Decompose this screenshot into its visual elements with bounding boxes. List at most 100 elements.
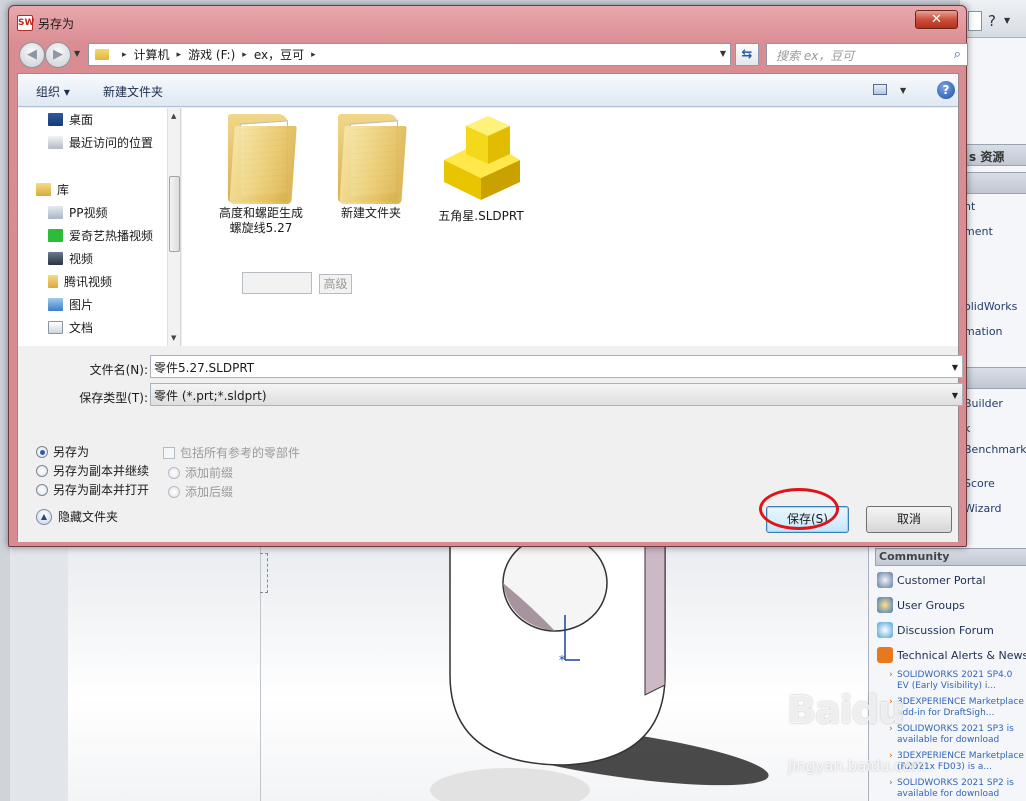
change-view-icon[interactable] (873, 84, 887, 95)
checkbox-icon (163, 446, 175, 459)
tool-link[interactable]: Benchmark (964, 443, 1026, 456)
file-item-folder[interactable]: 新建文件夹 (316, 114, 426, 221)
hide-folders-toggle[interactable]: ▲ 隐藏文件夹 (36, 508, 118, 525)
nav-item-tencent-video[interactable]: 腾讯视频 (48, 273, 112, 290)
nav-pane-scrollbar[interactable]: ▲ ▼ (167, 108, 180, 346)
file-list: 高度和螺距生成 螺旋线5.27 新建文件夹 五角星.SLDPRT (182, 108, 958, 346)
pictures-icon (48, 298, 63, 311)
news-link[interactable]: SOLIDWORKS 2021 SP4.0 EV (Early Visibili… (889, 670, 1026, 692)
advanced-button[interactable]: 高级 (319, 274, 352, 294)
file-name: 新建文件夹 (340, 206, 401, 220)
search-icon[interactable]: ⌕ (954, 47, 961, 62)
forward-button[interactable]: ▶ (45, 42, 71, 68)
technical-alerts-link[interactable]: Technical Alerts & News (877, 647, 1026, 663)
nav-item-videos[interactable]: 视频 (48, 250, 93, 267)
news-link[interactable]: SOLIDWORKS 2021 SP2 is available for dow… (889, 778, 1026, 800)
pptv-icon (48, 206, 63, 219)
breadcrumb-computer[interactable]: 计算机 (134, 46, 170, 63)
filename-label: 文件名(N): (89, 363, 148, 377)
tool-link[interactable]: Wizard (964, 502, 1026, 515)
watermark-url: jingyan.baidu.com (788, 757, 927, 775)
discussion-forum-link[interactable]: Discussion Forum (877, 622, 994, 638)
view-options-chevron-down-icon[interactable]: ▼ (900, 86, 906, 95)
nav-item-pptv[interactable]: PP视频 (48, 204, 107, 221)
desktop-icon (48, 113, 63, 126)
library-icon (36, 183, 51, 196)
recent-pages-chevron-down-icon[interactable]: ▼ (74, 49, 80, 58)
tool-link[interactable]: Builder (964, 397, 1026, 410)
chat-bubble-icon (877, 622, 893, 638)
file-item-part[interactable]: 五角星.SLDPRT (426, 114, 536, 224)
nav-item-pictures[interactable]: 图片 (48, 296, 93, 313)
breadcrumb-drive[interactable]: 游戏 (F:) (188, 46, 235, 63)
breadcrumb-separator-icon[interactable]: ▸ (122, 50, 127, 60)
search-input[interactable]: 搜索 ex，豆可 ⌕ (766, 43, 968, 66)
close-button[interactable]: ✕ (915, 10, 958, 29)
tool-link[interactable]: k (964, 422, 1026, 435)
tool-link[interactable]: Score (964, 477, 1026, 490)
breadcrumb-separator-icon[interactable]: ▸ (311, 50, 316, 60)
address-history-chevron-down-icon[interactable]: ▼ (720, 49, 726, 58)
address-bar[interactable]: ▸ 计算机 ▸ 游戏 (F:) ▸ ex，豆可 ▸ ▼ (88, 43, 731, 66)
customer-portal-link[interactable]: Customer Portal (877, 572, 986, 588)
scroll-down-icon[interactable]: ▼ (171, 334, 176, 342)
nav-item-libraries[interactable]: 库 (36, 181, 69, 198)
back-button[interactable]: ◀ (19, 42, 45, 68)
resource-link[interactable]: ment (964, 225, 1026, 238)
filename-chevron-down-icon[interactable]: ▼ (952, 363, 958, 372)
navigation-pane: 桌面 最近访问的位置 库 PP视频 爱奇艺热播视频 视频 腾讯视频 图片 文档 … (18, 108, 181, 346)
svg-text:*: * (559, 653, 565, 667)
folder-icon (338, 114, 407, 204)
iqiyi-icon (48, 229, 63, 242)
add-prefix-radio[interactable]: 添加前缀 (168, 464, 233, 481)
breadcrumb-separator-icon[interactable]: ▸ (177, 50, 182, 60)
help-icon[interactable]: ? (937, 81, 955, 99)
app-top-bar: ? ▼ (960, 0, 1026, 38)
user-groups-link[interactable]: User Groups (877, 597, 965, 613)
file-name: 高度和螺距生成 螺旋线5.27 (218, 206, 303, 235)
filename-field[interactable]: 零件5.27.SLDPRT ▼ (150, 355, 963, 378)
app-select-box[interactable] (968, 11, 982, 31)
radio-icon (168, 485, 180, 498)
refresh-button[interactable]: ⇆ (735, 43, 759, 66)
part-model-3d: * (430, 545, 769, 801)
breadcrumb-folder[interactable]: ex，豆可 (254, 46, 304, 63)
nav-item-iqiyi[interactable]: 爱奇艺热播视频 (48, 227, 153, 244)
command-bar: 组织 ▾ 新建文件夹 ▼ ? (18, 74, 958, 107)
nav-item-documents[interactable]: 文档 (48, 319, 93, 336)
highlight-annotation-circle (759, 488, 839, 530)
breadcrumb-separator-icon[interactable]: ▸ (242, 50, 247, 60)
app-help-chevron-down-icon[interactable]: ▼ (1004, 16, 1010, 25)
watermark-logo: Baidu (787, 688, 905, 732)
news-link[interactable]: 3DEXPERIENCE Marketplace add-in for Draf… (889, 697, 1026, 719)
filetype-chevron-down-icon[interactable]: ▼ (952, 391, 958, 400)
add-suffix-radio[interactable]: 添加后缀 (168, 483, 233, 500)
graphics-left-strip (10, 545, 68, 801)
save-copy-continue-radio[interactable]: 另存为副本并继续 (36, 462, 149, 479)
scrollbar-thumb[interactable] (169, 176, 180, 252)
video-icon (48, 252, 63, 265)
panel-collapse-handle[interactable] (260, 553, 268, 593)
scroll-up-icon[interactable]: ▲ (171, 112, 176, 120)
resource-link[interactable]: mation (964, 325, 1026, 338)
cancel-button[interactable]: 取消 (866, 506, 952, 533)
organize-button[interactable]: 组织 ▾ (36, 83, 70, 100)
include-references-checkbox[interactable]: 包括所有参考的零部件 (163, 444, 300, 461)
solidworks-app-icon: SW (17, 15, 34, 31)
solidworks-part-icon (444, 116, 520, 200)
save-copy-open-radio[interactable]: 另存为副本并打开 (36, 481, 149, 498)
graphics-area[interactable]: * (10, 545, 868, 801)
resource-link[interactable]: olidWorks (964, 300, 1026, 313)
file-item-folder[interactable]: 高度和螺距生成 螺旋线5.27 (206, 114, 316, 236)
nav-item-recent-places[interactable]: 最近访问的位置 (48, 134, 153, 151)
filetype-select[interactable]: 零件 (*.prt;*.sldprt) ▼ (150, 383, 963, 406)
app-help-icon[interactable]: ? (988, 12, 996, 30)
save-as-radio[interactable]: 另存为 (36, 443, 89, 460)
new-folder-button[interactable]: 新建文件夹 (103, 83, 163, 100)
prefix-suffix-input[interactable] (242, 272, 312, 294)
folder-icon (95, 49, 109, 60)
resource-link[interactable]: nt (964, 200, 1026, 213)
nav-item-desktop[interactable]: 桌面 (48, 111, 93, 128)
community-header[interactable]: Community (875, 548, 1026, 566)
news-link[interactable]: SOLIDWORKS 2021 SP3 is available for dow… (889, 724, 1026, 746)
